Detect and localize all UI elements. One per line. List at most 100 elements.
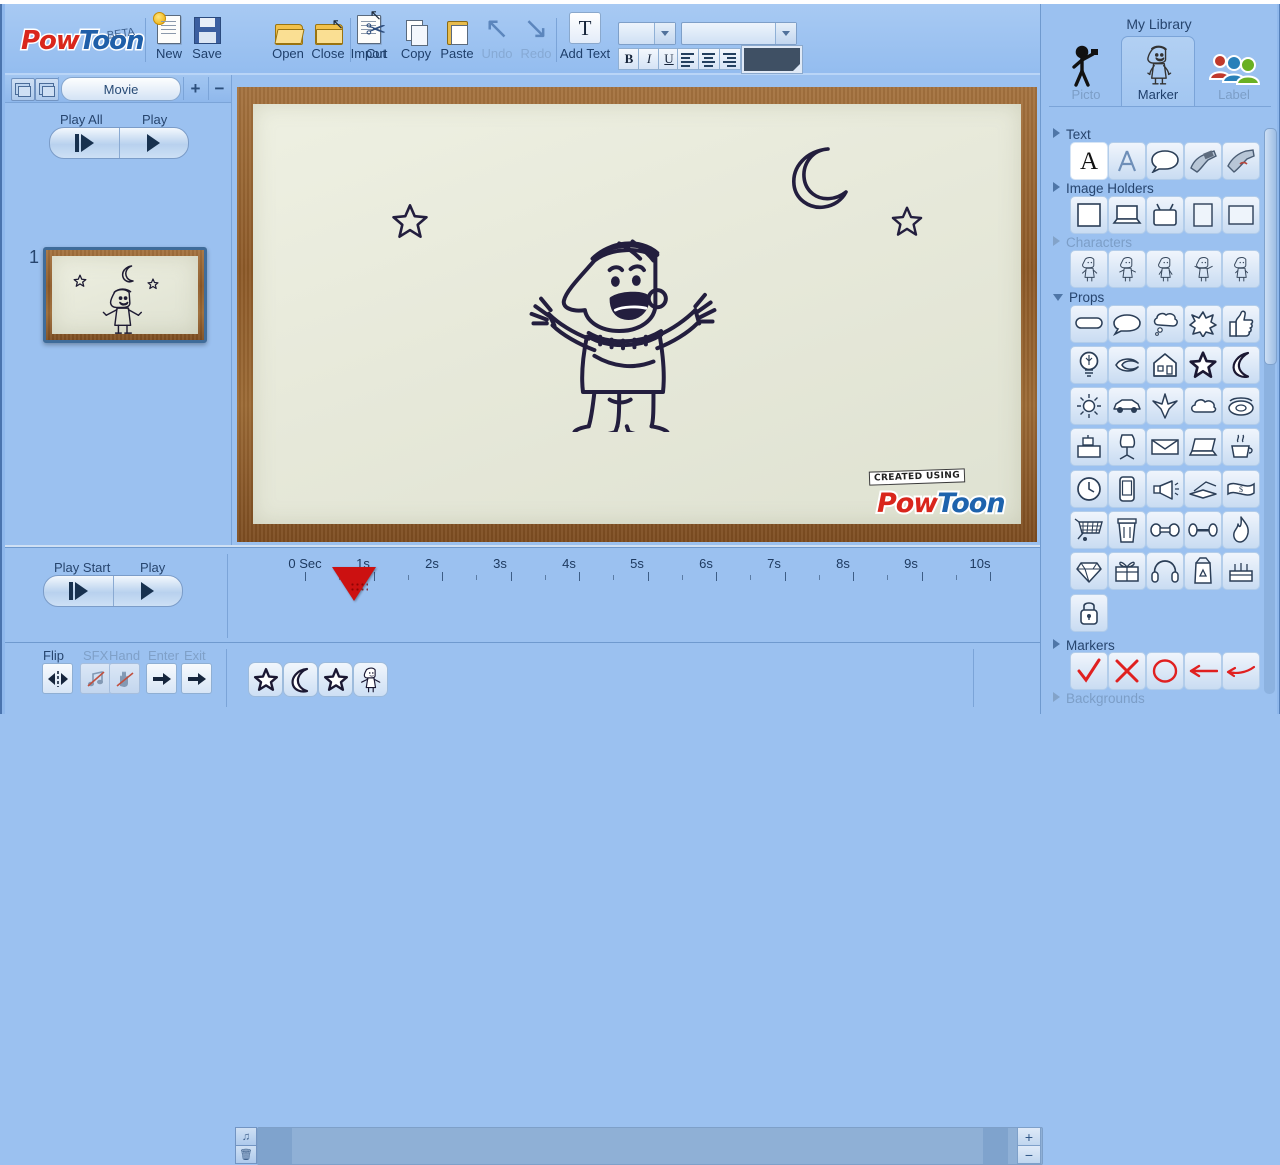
library-scrollbar[interactable] xyxy=(1264,128,1277,694)
canvas-star-right[interactable] xyxy=(889,204,925,240)
tab-label[interactable]: Label xyxy=(1197,36,1271,106)
lib-prop-cash-register[interactable] xyxy=(1070,428,1108,466)
lib-marker-x-cross[interactable] xyxy=(1108,652,1146,690)
lib-item-hand-marker[interactable] xyxy=(1184,142,1222,180)
lib-item-tv[interactable] xyxy=(1146,196,1184,234)
lib-prop-cake[interactable] xyxy=(1222,552,1260,590)
timeline-track-body[interactable] xyxy=(257,1127,1043,1165)
lib-item-laptop[interactable] xyxy=(1108,196,1146,234)
redo-button[interactable]: ↘ Redo xyxy=(510,10,562,72)
lib-item-portrait-frame[interactable] xyxy=(1184,196,1222,234)
flip-button[interactable] xyxy=(42,663,73,694)
lib-item-letter-a[interactable]: A xyxy=(1070,142,1108,180)
play-button[interactable] xyxy=(118,128,189,158)
exit-button[interactable] xyxy=(181,663,212,694)
add-text-button[interactable]: T Add Text xyxy=(557,10,613,72)
lib-item-outline-a[interactable] xyxy=(1108,142,1146,180)
remove-scene-button[interactable]: − xyxy=(209,78,230,99)
lib-prop-speech-bubble[interactable] xyxy=(1108,305,1146,343)
lib-prop-thumbs-up[interactable] xyxy=(1222,305,1260,343)
section-props[interactable]: Props xyxy=(1053,290,1104,305)
lib-prop-telephone[interactable] xyxy=(1222,387,1260,425)
font-family-select[interactable] xyxy=(681,22,797,45)
element-thumb-star-1[interactable] xyxy=(248,662,283,697)
section-characters[interactable]: Characters xyxy=(1053,235,1132,250)
lib-prop-dollar-bill[interactable]: $ xyxy=(1222,470,1260,508)
lib-prop-airplane[interactable] xyxy=(1146,387,1184,425)
bold-button[interactable]: B xyxy=(618,48,640,70)
lib-prop-fish[interactable] xyxy=(1108,346,1146,384)
lib-prop-sun[interactable] xyxy=(1070,387,1108,425)
lib-prop-barbell[interactable] xyxy=(1184,511,1222,549)
play-start-button[interactable] xyxy=(44,576,113,606)
text-color-swatch[interactable] xyxy=(741,45,803,74)
sfx-button[interactable] xyxy=(80,663,111,694)
add-scene-button[interactable]: + xyxy=(185,78,206,99)
lib-prop-thought-cloud[interactable] xyxy=(1146,305,1184,343)
section-text[interactable]: Text xyxy=(1053,127,1091,142)
lib-prop-diamond[interactable] xyxy=(1070,552,1108,590)
lib-prop-flame[interactable] xyxy=(1222,511,1260,549)
timeline-play-button[interactable] xyxy=(112,576,183,606)
lib-prop-car[interactable] xyxy=(1108,387,1146,425)
lib-prop-coffee-cup[interactable] xyxy=(1222,428,1260,466)
tab-picto[interactable]: Picto xyxy=(1049,36,1123,106)
lib-prop-smartphone[interactable] xyxy=(1108,470,1146,508)
lib-item-speech-bubble[interactable] xyxy=(1146,142,1184,180)
element-thumb-star-2[interactable] xyxy=(318,662,353,697)
section-backgrounds[interactable]: Backgrounds xyxy=(1053,691,1145,706)
slide-thumbnail-1[interactable] xyxy=(43,247,207,343)
lib-prop-dumbbell[interactable] xyxy=(1146,511,1184,549)
lib-prop-laptop[interactable] xyxy=(1184,428,1222,466)
lib-prop-rectangle-bubble[interactable] xyxy=(1070,305,1108,343)
library-scrollbar-thumb[interactable] xyxy=(1264,128,1277,365)
lib-item-landscape-frame[interactable] xyxy=(1222,196,1260,234)
tab-marker[interactable]: Marker xyxy=(1121,36,1195,106)
lib-prop-shopping-cart[interactable] xyxy=(1070,511,1108,549)
canvas-star-left[interactable] xyxy=(389,201,431,243)
lib-prop-recycle-bag[interactable] xyxy=(1184,552,1222,590)
lib-prop-envelope[interactable] xyxy=(1146,428,1184,466)
lib-marker-swoosh[interactable] xyxy=(1222,652,1260,690)
lib-prop-moon[interactable] xyxy=(1222,346,1260,384)
align-right-button[interactable] xyxy=(719,48,741,70)
element-thumb-moon[interactable] xyxy=(283,662,318,697)
lib-prop-clock[interactable] xyxy=(1070,470,1108,508)
movie-tab[interactable]: Movie xyxy=(61,77,181,101)
lib-prop-cloud[interactable] xyxy=(1184,387,1222,425)
lib-prop-headphones[interactable] xyxy=(1146,552,1184,590)
powtoon-logo[interactable]: PowToon BETA xyxy=(20,25,147,58)
timeline-zoom-out-button[interactable]: − xyxy=(1017,1145,1041,1164)
align-center-button[interactable] xyxy=(698,48,720,70)
view-grid-button[interactable] xyxy=(35,78,59,101)
section-markers[interactable]: Markers xyxy=(1053,638,1115,653)
lib-marker-arrow-left[interactable] xyxy=(1184,652,1222,690)
timeline-delete-button[interactable]: 🗑 xyxy=(235,1145,257,1164)
font-size-select[interactable] xyxy=(618,22,676,45)
lib-marker-checkmark[interactable] xyxy=(1070,652,1108,690)
hand-button[interactable] xyxy=(109,663,140,694)
align-left-button[interactable] xyxy=(677,48,699,70)
lib-item-blank-frame[interactable] xyxy=(1070,196,1108,234)
lib-item-character-2[interactable] xyxy=(1108,250,1146,288)
lib-prop-house[interactable] xyxy=(1146,346,1184,384)
lib-item-hand-erase[interactable] xyxy=(1222,142,1260,180)
lib-item-character-5[interactable] xyxy=(1222,250,1260,288)
lib-prop-trash-bin[interactable] xyxy=(1108,511,1146,549)
timeline-zoom-in-button[interactable]: + xyxy=(1017,1127,1041,1146)
lib-marker-circle[interactable] xyxy=(1146,652,1184,690)
whiteboard-stage[interactable]: CREATED USING PowToon xyxy=(237,87,1037,542)
lib-prop-burst[interactable] xyxy=(1184,305,1222,343)
lib-prop-open-book[interactable] xyxy=(1184,470,1222,508)
element-thumb-character[interactable] xyxy=(353,662,388,697)
lib-prop-gift-box[interactable] xyxy=(1108,552,1146,590)
lib-prop-padlock[interactable] xyxy=(1070,594,1108,632)
lib-prop-lightbulb[interactable] xyxy=(1070,346,1108,384)
canvas-moon[interactable] xyxy=(780,145,854,213)
view-single-button[interactable] xyxy=(11,78,35,101)
lib-prop-office-chair[interactable] xyxy=(1108,428,1146,466)
italic-button[interactable]: I xyxy=(638,48,660,70)
canvas-character[interactable] xyxy=(527,232,719,432)
section-image-holders[interactable]: Image Holders xyxy=(1053,181,1154,196)
timeline-ruler[interactable]: 0 Sec 1s 2s 3s 4s 5s 6s 7s 8s 9s 10s xyxy=(283,556,1035,582)
